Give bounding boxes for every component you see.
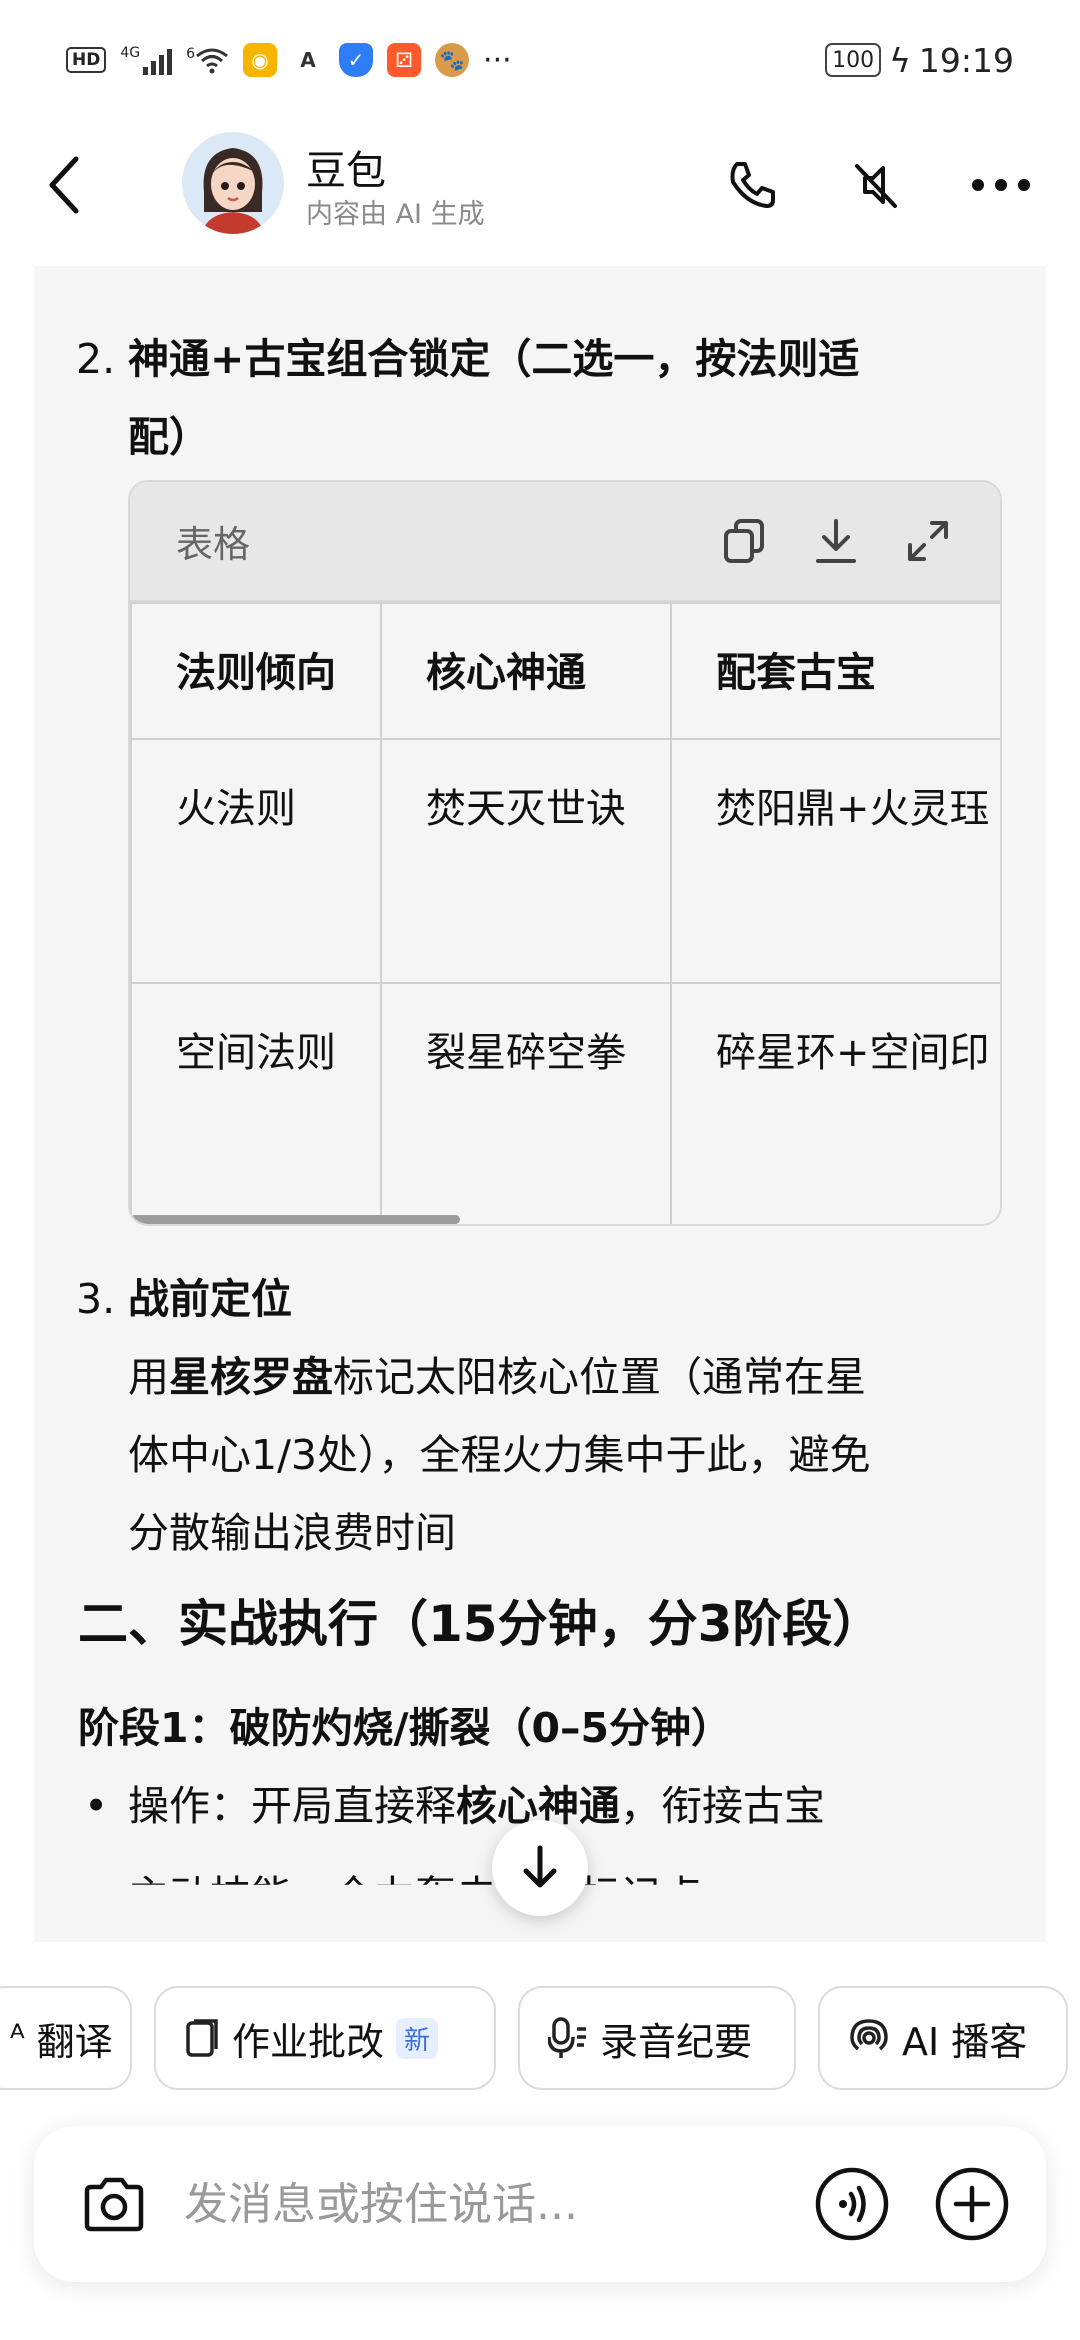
expand-table-button[interactable]: [902, 515, 954, 567]
list-number: 3.: [76, 1275, 116, 1323]
bullet-continuation: 主动技能，全力轰击星核标记点: [128, 1872, 702, 1920]
homework-icon: [186, 2019, 218, 2057]
body-line-2: 体中心1/3处），全程火力集中于此，避免: [128, 1431, 871, 1479]
table-cell: 火法则: [130, 738, 382, 984]
speaker-muted-icon: [855, 164, 897, 208]
stage-heading: 阶段1：破防灼烧/撕裂（0–5分钟）: [78, 1704, 733, 1752]
text-span: 标记太阳核心位置（通常在星: [333, 1353, 866, 1401]
title-line-1: 神通+古宝组合锁定（二选一，按法则适: [128, 335, 860, 383]
dog-app-icon: 🐾: [435, 43, 470, 77]
bullet-text: 操作：开局直接释核心神通，衔接古宝: [128, 1766, 1028, 1846]
text-span: 操作：开局直接释: [128, 1782, 456, 1830]
text-span: ，衔接古宝: [620, 1782, 825, 1830]
phone-icon: [730, 162, 775, 208]
mute-button[interactable]: [846, 155, 906, 215]
message-content[interactable]: 2. 神通+古宝组合锁定（二选一，按法则适 配） 表格 法则倾向 核心神通 配套…: [34, 266, 1046, 1942]
chip-ai-podcast[interactable]: AI 播客: [818, 1986, 1068, 2090]
new-badge: 新: [396, 2017, 439, 2059]
copy-table-button[interactable]: [718, 515, 770, 567]
scroll-to-bottom-button[interactable]: [492, 1820, 588, 1916]
body-line-3: 分散输出浪费时间: [128, 1509, 456, 1557]
chat-header: 豆包 内容由 AI 生成: [0, 120, 1080, 250]
add-attachment-button[interactable]: [932, 2164, 1012, 2244]
signal-icon: 4G: [120, 45, 173, 75]
clock: 19:19: [918, 40, 1014, 80]
bold-term: 星核罗盘: [169, 1353, 333, 1401]
chip-recording[interactable]: 录音纪要: [518, 1986, 796, 2090]
chip-label: 翻译: [36, 2019, 113, 2064]
download-table-button[interactable]: [810, 515, 862, 567]
list-number: 2.: [76, 335, 116, 383]
chip-translate[interactable]: ᴬ 翻译: [0, 1986, 132, 2090]
wifi-icon: 6: [186, 46, 229, 74]
signal-type-label: 4G: [120, 45, 141, 61]
message-input-bar: [34, 2126, 1046, 2282]
orange-app-icon: ⚂: [387, 43, 422, 77]
chip-label: 录音纪要: [600, 2019, 753, 2064]
battery-level: 100: [832, 47, 875, 73]
chip-label: AI 播客: [902, 2019, 1028, 2064]
table-cell: 裂星碎空拳: [380, 982, 672, 1224]
title-line-2: 配）: [128, 413, 210, 461]
table-header-cell: 配套古宝: [670, 602, 1000, 740]
camera-button[interactable]: [74, 2164, 154, 2244]
list-item-body: 战前定位 用星核罗盘标记太阳核心位置（通常在星 体中心1/3处），全程火力集中于…: [128, 1260, 1018, 1572]
chip-label: 作业批改: [232, 2019, 385, 2064]
table-cell: 焚天灭世诀: [380, 738, 672, 984]
section-heading: 二、实战执行（15分钟，分3阶段）: [78, 1595, 883, 1653]
bot-name: 豆包: [306, 148, 386, 194]
table-horizontal-scrollbar[interactable]: [130, 1215, 460, 1224]
table-header-cell: 法则倾向: [130, 602, 382, 740]
back-button[interactable]: [44, 150, 104, 220]
table-cell: 碎星环+空间印: [670, 982, 1000, 1224]
copy-icon: [724, 519, 764, 563]
quick-action-bar: ᴬ 翻译 作业批改 新 录音纪要 AI 播客: [0, 1986, 1080, 2090]
shield-app-icon: ✓: [339, 43, 374, 77]
arrow-down-icon: [523, 1845, 557, 1888]
text-app-icon: A: [300, 48, 316, 72]
bullet-dot: •: [84, 1782, 109, 1830]
mic-icon: [548, 2017, 586, 2058]
table-card: 表格 法则倾向 核心神通 配套古宝 火法则 焚天灭世诀 焚阳鼎+火灵珏 空间法则…: [128, 480, 1002, 1226]
chat-screen: HD 4G 6 ◉ A ✓ ⚂ 🐾 ··· 100 ϟ 19:19 豆包 内容由…: [0, 0, 1080, 2340]
chip-homework[interactable]: 作业批改 新: [154, 1986, 496, 2090]
battery-icon: 100: [825, 43, 882, 77]
podcast-icon: [850, 2019, 888, 2051]
table-cell: 焚阳鼎+火灵珏: [670, 738, 1000, 984]
list-item-title: 神通+古宝组合锁定（二选一，按法则适 配）: [128, 320, 1018, 476]
table-toolbar: 表格: [130, 482, 1000, 602]
expand-icon: [908, 521, 948, 561]
charging-icon: ϟ: [889, 40, 911, 80]
ai-disclaimer: 内容由 AI 生成: [306, 199, 485, 230]
more-dots-icon: [972, 179, 1030, 191]
voice-wave-icon: [815, 2167, 889, 2241]
table-row: 火法则 焚天灭世诀 焚阳鼎+火灵珏: [130, 738, 1000, 984]
translate-icon: ᴬ: [10, 2018, 25, 2058]
table-cell: 空间法则: [130, 982, 382, 1224]
wifi-label: 6: [186, 46, 196, 62]
table-label: 表格: [176, 523, 250, 566]
list-item-title: 战前定位: [128, 1275, 292, 1323]
more-notifications-icon: ···: [483, 42, 512, 78]
table-row: 空间法则 裂星碎空拳 碎星环+空间印: [130, 982, 1000, 1224]
download-icon: [816, 519, 856, 563]
message-input[interactable]: [184, 2172, 704, 2236]
camera-icon: [84, 2177, 144, 2232]
body-line-1: 用星核罗盘标记太阳核心位置（通常在星: [128, 1338, 1018, 1416]
table-header-cell: 核心神通: [380, 602, 672, 740]
plus-circle-icon: [935, 2167, 1009, 2241]
hd-indicator: HD: [66, 47, 107, 73]
text-span: 用: [128, 1353, 169, 1401]
chevron-left-icon: [49, 156, 79, 214]
weibo-app-icon: ◉: [243, 43, 278, 77]
status-bar: HD 4G 6 ◉ A ✓ ⚂ 🐾 ··· 100 ϟ 19:19: [0, 0, 1080, 120]
voice-call-button[interactable]: [812, 2164, 892, 2244]
more-button[interactable]: [966, 155, 1036, 215]
data-table[interactable]: 法则倾向 核心神通 配套古宝 火法则 焚天灭世诀 焚阳鼎+火灵珏 空间法则 裂星…: [130, 602, 1000, 1224]
table-header-row: 法则倾向 核心神通 配套古宝: [130, 602, 1000, 740]
avatar[interactable]: [182, 132, 284, 234]
call-button[interactable]: [722, 155, 782, 215]
